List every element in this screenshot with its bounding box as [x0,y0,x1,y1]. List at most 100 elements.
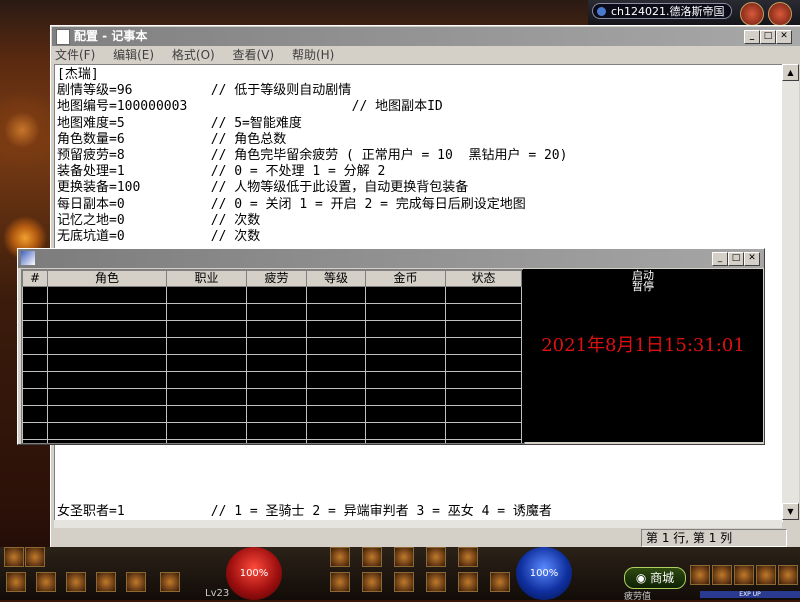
quickslot-6-icon[interactable] [160,572,180,592]
table-row[interactable] [22,439,522,443]
table-row[interactable] [22,388,522,406]
table-cell[interactable] [166,439,247,443]
column-header-status[interactable]: 状态 [445,270,522,287]
table-cell[interactable] [166,388,247,406]
table-cell[interactable] [22,439,48,443]
table-cell[interactable] [246,388,307,406]
maximize-button[interactable]: □ [760,30,776,44]
menu-file[interactable]: 文件(F) [55,48,95,62]
skill-slot-icon[interactable] [4,547,24,567]
quickslot-2-icon[interactable] [36,572,56,592]
table-cell[interactable] [246,371,307,389]
quickslot-5-icon[interactable] [126,572,146,592]
mail-icon[interactable] [756,565,776,585]
table-cell[interactable] [445,422,522,440]
column-header-level[interactable]: 等级 [306,270,366,287]
table-cell[interactable] [166,422,247,440]
table-cell[interactable] [365,286,446,304]
table-row[interactable] [22,303,522,321]
table-cell[interactable] [22,337,48,355]
table-cell[interactable] [22,371,48,389]
bot-maximize-button[interactable]: □ [728,252,744,266]
skill-8-icon[interactable] [394,572,414,592]
horizontal-scrollbar[interactable] [54,520,782,528]
table-cell[interactable] [306,303,366,321]
portrait-icon[interactable] [25,547,45,567]
table-cell[interactable] [166,405,247,423]
table-cell[interactable] [306,388,366,406]
table-cell[interactable] [166,303,247,321]
table-cell[interactable] [246,286,307,304]
skill-3-icon[interactable] [394,547,414,567]
skill-6-icon[interactable] [330,572,350,592]
table-cell[interactable] [22,303,48,321]
table-cell[interactable] [306,439,366,443]
table-cell[interactable] [22,388,48,406]
table-cell[interactable] [306,422,366,440]
table-row[interactable] [22,371,522,389]
skill-9-icon[interactable] [426,572,446,592]
table-row[interactable] [22,422,522,440]
table-cell[interactable] [47,371,167,389]
close-button[interactable]: ✕ [776,30,792,44]
table-cell[interactable] [22,354,48,372]
table-cell[interactable] [22,405,48,423]
table-cell[interactable] [365,405,446,423]
shop-button[interactable]: ◉ 商城 [624,567,686,589]
character-grid[interactable]: # 角色 职业 疲劳 等级 金币 状态 [21,269,525,444]
vertical-scrollbar[interactable]: ▲ ▼ [782,64,799,520]
table-cell[interactable] [365,371,446,389]
skill-1-icon[interactable] [330,547,350,567]
character-icon[interactable] [712,565,732,585]
pause-button[interactable]: 暂停 [523,281,763,293]
table-cell[interactable] [47,405,167,423]
table-cell[interactable] [166,354,247,372]
table-cell[interactable] [365,337,446,355]
column-header-gold[interactable]: 金币 [365,270,446,287]
table-cell[interactable] [445,388,522,406]
table-cell[interactable] [47,337,167,355]
table-row[interactable] [22,405,522,423]
inventory-icon[interactable] [690,565,710,585]
minimize-button[interactable]: _ [744,30,760,44]
game-system-icon[interactable] [768,2,792,26]
table-cell[interactable] [246,337,307,355]
table-row[interactable] [22,337,522,355]
table-cell[interactable] [47,422,167,440]
skill-7-icon[interactable] [362,572,382,592]
menu-help[interactable]: 帮助(H) [292,48,334,62]
scroll-up-icon[interactable]: ▲ [782,64,799,81]
table-cell[interactable] [365,388,446,406]
table-cell[interactable] [445,286,522,304]
table-cell[interactable] [22,320,48,338]
table-cell[interactable] [166,286,247,304]
table-cell[interactable] [445,320,522,338]
table-cell[interactable] [445,354,522,372]
quickslot-3-icon[interactable] [66,572,86,592]
table-cell[interactable] [166,320,247,338]
table-cell[interactable] [365,320,446,338]
skill-4-icon[interactable] [426,547,446,567]
table-row[interactable] [22,354,522,372]
column-header-class[interactable]: 职业 [166,270,247,287]
skill-tree-icon[interactable] [734,565,754,585]
skill-2-icon[interactable] [362,547,382,567]
column-header-character[interactable]: 角色 [47,270,167,287]
table-cell[interactable] [47,320,167,338]
menu-edit[interactable]: 编辑(E) [113,48,154,62]
table-cell[interactable] [246,439,307,443]
table-cell[interactable] [445,337,522,355]
table-cell[interactable] [22,422,48,440]
table-row[interactable] [22,320,522,338]
table-cell[interactable] [246,354,307,372]
menu-format[interactable]: 格式(O) [172,48,215,62]
table-row[interactable] [22,286,522,304]
table-cell[interactable] [47,439,167,443]
bot-window-title-bar[interactable]: _ □ ✕ [18,249,764,268]
notepad-title-bar[interactable]: 配置 - 记事本 _ □ ✕ [52,27,800,46]
table-cell[interactable] [365,303,446,321]
server-channel-indicator[interactable]: ch124021.德洛斯帝国 [592,3,732,19]
table-cell[interactable] [47,354,167,372]
table-cell[interactable] [306,286,366,304]
table-cell[interactable] [166,371,247,389]
